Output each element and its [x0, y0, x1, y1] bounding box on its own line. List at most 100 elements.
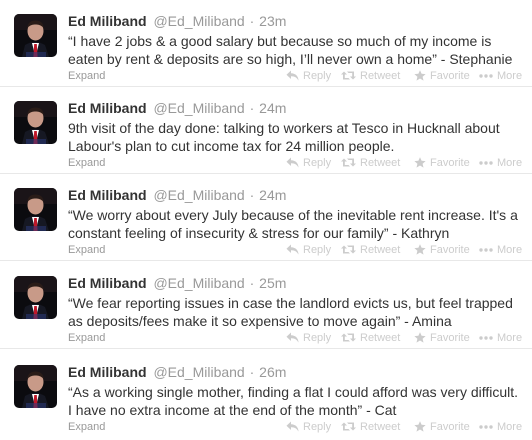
author-name[interactable]: Ed Miliband: [68, 100, 147, 116]
expand-link[interactable]: Expand: [68, 420, 105, 434]
star-icon: [414, 332, 426, 343]
retweet-button[interactable]: Retweet: [341, 243, 400, 257]
tweet-timestamp[interactable]: 24m: [259, 100, 286, 116]
author-handle[interactable]: @Ed_Miliband: [153, 100, 244, 116]
more-button[interactable]: More: [479, 331, 522, 345]
favorite-label: Favorite: [430, 421, 470, 433]
reply-icon: [286, 70, 299, 81]
retweet-icon: [341, 158, 356, 167]
reply-icon: [286, 157, 299, 168]
tweet-text: “We fear reporting issues in case the la…: [68, 295, 513, 329]
favorite-button[interactable]: Favorite: [414, 69, 470, 83]
reply-label: Reply: [303, 157, 332, 169]
tweet-actions: Expand Reply Retweet Favorite More: [68, 331, 523, 345]
tweet-actions: Expand Reply Retweet Favorite More: [68, 156, 523, 170]
author-name[interactable]: Ed Miliband: [68, 364, 147, 380]
reply-button[interactable]: Reply: [286, 69, 331, 83]
expand-link[interactable]: Expand: [68, 331, 105, 345]
tweet-header: Ed Miliband @Ed_Miliband · 23m: [68, 13, 286, 30]
more-button[interactable]: More: [479, 243, 522, 257]
author-name[interactable]: Ed Miliband: [68, 187, 147, 203]
expand-link[interactable]: Expand: [68, 69, 105, 83]
more-label: More: [497, 332, 523, 344]
reply-icon: [286, 332, 299, 343]
reply-label: Reply: [303, 332, 332, 344]
reply-button[interactable]: Reply: [286, 420, 331, 434]
retweet-label: Retweet: [360, 332, 401, 344]
tweet[interactable]: Ed Miliband @Ed_Miliband · 23m “I have 2…: [0, 0, 532, 87]
reply-button[interactable]: Reply: [286, 331, 331, 345]
retweet-label: Retweet: [360, 157, 401, 169]
more-button[interactable]: More: [479, 69, 522, 83]
expand-link[interactable]: Expand: [68, 156, 105, 170]
favorite-button[interactable]: Favorite: [414, 331, 470, 345]
favorite-label: Favorite: [430, 157, 470, 169]
tweet[interactable]: Ed Miliband @Ed_Miliband · 24m 9th visit…: [0, 87, 532, 174]
more-dots-icon: [479, 425, 493, 429]
more-button[interactable]: More: [479, 156, 522, 170]
more-dots-icon: [479, 336, 493, 340]
tweet-header: Ed Miliband @Ed_Miliband · 24m: [68, 187, 286, 204]
reply-icon: [286, 244, 299, 255]
star-icon: [414, 157, 426, 168]
avatar[interactable]: [14, 365, 57, 408]
reply-label: Reply: [303, 70, 332, 82]
favorite-button[interactable]: Favorite: [414, 156, 470, 170]
tweet-timeline: Ed Miliband @Ed_Miliband · 23m “I have 2…: [0, 0, 532, 440]
tweet[interactable]: Ed Miliband @Ed_Miliband · 24m “We worry…: [0, 174, 532, 261]
retweet-button[interactable]: Retweet: [341, 420, 400, 434]
more-dots-icon: [479, 161, 493, 165]
reply-button[interactable]: Reply: [286, 243, 331, 257]
separator-dot: ·: [249, 364, 255, 380]
retweet-icon: [341, 71, 356, 80]
tweet[interactable]: Ed Miliband @Ed_Miliband · 26m “As a wor…: [0, 351, 532, 440]
avatar[interactable]: [14, 14, 57, 57]
tweet-text: “As a working single mother, finding a f…: [68, 384, 519, 418]
more-label: More: [497, 157, 523, 169]
tweet-actions: Expand Reply Retweet Favorite More: [68, 420, 523, 434]
avatar[interactable]: [14, 276, 57, 319]
tweet-header: Ed Miliband @Ed_Miliband · 26m: [68, 364, 286, 381]
tweet[interactable]: Ed Miliband @Ed_Miliband · 25m “We fear …: [0, 262, 532, 349]
favorite-label: Favorite: [430, 70, 470, 82]
retweet-button[interactable]: Retweet: [341, 69, 400, 83]
separator-dot: ·: [249, 187, 255, 203]
avatar[interactable]: [14, 101, 57, 144]
favorite-button[interactable]: Favorite: [414, 243, 470, 257]
expand-link[interactable]: Expand: [68, 243, 105, 257]
tweet-text: “I have 2 jobs & a good salary but becau…: [68, 33, 513, 67]
reply-label: Reply: [303, 244, 332, 256]
retweet-label: Retweet: [360, 421, 401, 433]
tweet-timestamp[interactable]: 26m: [259, 364, 286, 380]
retweet-button[interactable]: Retweet: [341, 331, 400, 345]
retweet-icon: [341, 422, 356, 431]
author-handle[interactable]: @Ed_Miliband: [153, 187, 244, 203]
star-icon: [414, 70, 426, 81]
tweet-text: 9th visit of the day done: talking to wo…: [68, 120, 500, 154]
author-handle[interactable]: @Ed_Miliband: [153, 364, 244, 380]
tweet-actions: Expand Reply Retweet Favorite More: [68, 243, 523, 257]
author-handle[interactable]: @Ed_Miliband: [153, 275, 244, 291]
more-label: More: [497, 244, 523, 256]
more-button[interactable]: More: [479, 420, 522, 434]
avatar[interactable]: [14, 188, 57, 231]
tweet-header: Ed Miliband @Ed_Miliband · 24m: [68, 100, 286, 117]
star-icon: [414, 244, 426, 255]
more-dots-icon: [479, 74, 493, 78]
separator-dot: ·: [249, 13, 255, 29]
more-label: More: [497, 70, 523, 82]
separator-dot: ·: [249, 100, 255, 116]
tweet-timestamp[interactable]: 24m: [259, 187, 286, 203]
reply-label: Reply: [303, 421, 332, 433]
more-label: More: [497, 421, 523, 433]
author-name[interactable]: Ed Miliband: [68, 275, 147, 291]
reply-button[interactable]: Reply: [286, 156, 331, 170]
author-name[interactable]: Ed Miliband: [68, 13, 147, 29]
tweet-timestamp[interactable]: 25m: [259, 275, 286, 291]
retweet-icon: [341, 333, 356, 342]
retweet-button[interactable]: Retweet: [341, 156, 400, 170]
author-handle[interactable]: @Ed_Miliband: [153, 13, 244, 29]
favorite-button[interactable]: Favorite: [414, 420, 470, 434]
retweet-label: Retweet: [360, 244, 401, 256]
tweet-timestamp[interactable]: 23m: [259, 13, 286, 29]
